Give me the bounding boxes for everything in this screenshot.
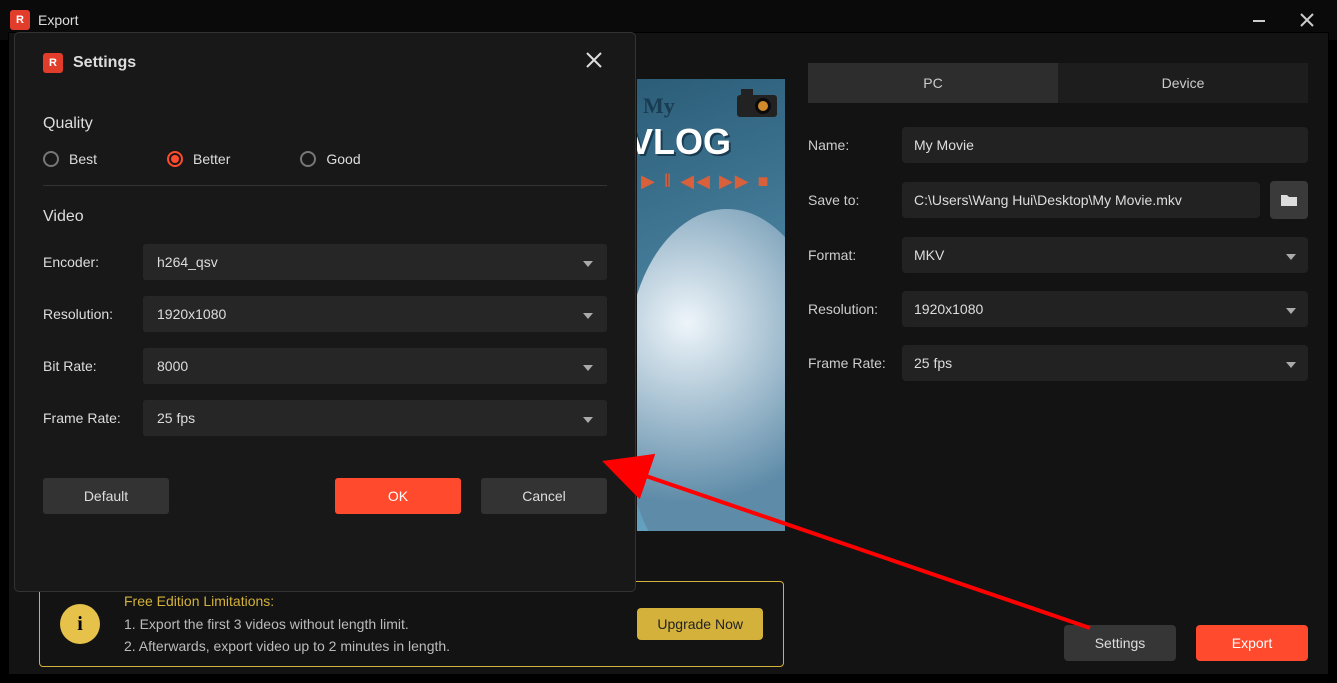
encoder-dropdown[interactable]: h264_qsv bbox=[143, 244, 607, 280]
folder-icon bbox=[1280, 192, 1298, 208]
video-heading: Video bbox=[43, 208, 607, 226]
bitrate-value: 8000 bbox=[157, 358, 188, 374]
chevron-down-icon bbox=[1286, 301, 1296, 317]
format-value: MKV bbox=[914, 247, 944, 263]
quality-best-label: Best bbox=[69, 151, 97, 167]
encoder-value: h264_qsv bbox=[157, 254, 218, 270]
modal-resolution-label: Resolution: bbox=[43, 306, 143, 322]
preview-media-glyphs: ▶ ‖ ◀◀ ▶▶ ■ bbox=[641, 171, 771, 192]
preview-text-vlog: VLOG bbox=[637, 121, 731, 163]
framerate-dropdown[interactable]: 25 fps bbox=[902, 345, 1308, 381]
minimize-icon bbox=[1252, 13, 1266, 27]
settings-title: Settings bbox=[73, 54, 136, 72]
preview-globe bbox=[637, 209, 785, 531]
quality-best-radio[interactable]: Best bbox=[43, 151, 97, 167]
resolution-value: 1920x1080 bbox=[914, 301, 983, 317]
browse-folder-button[interactable] bbox=[1270, 181, 1308, 219]
app-icon: R bbox=[43, 53, 63, 73]
limitations-text: Free Edition Limitations: 1. Export the … bbox=[124, 590, 637, 657]
minimize-button[interactable] bbox=[1239, 6, 1279, 34]
chevron-down-icon bbox=[583, 410, 593, 426]
chevron-down-icon bbox=[583, 254, 593, 270]
info-icon: i bbox=[60, 604, 100, 644]
tab-pc[interactable]: PC bbox=[808, 63, 1058, 103]
settings-close-button[interactable] bbox=[581, 47, 607, 79]
export-form: PC Device Name: Save to: Format: MKV Res… bbox=[808, 63, 1308, 399]
modal-framerate-label: Frame Rate: bbox=[43, 410, 143, 426]
default-button[interactable]: Default bbox=[43, 478, 169, 514]
modal-resolution-dropdown[interactable]: 1920x1080 bbox=[143, 296, 607, 332]
preview-thumbnail: My VLOG ▶ ‖ ◀◀ ▶▶ ■ bbox=[637, 79, 785, 531]
chevron-down-icon bbox=[583, 306, 593, 322]
bitrate-dropdown[interactable]: 8000 bbox=[143, 348, 607, 384]
quality-good-label: Good bbox=[326, 151, 360, 167]
settings-dialog: R Settings Quality Best Better Good Vide… bbox=[14, 32, 636, 592]
limitations-title: Free Edition Limitations: bbox=[124, 590, 637, 612]
format-label: Format: bbox=[808, 247, 902, 263]
encoder-label: Encoder: bbox=[43, 254, 143, 270]
cancel-button[interactable]: Cancel bbox=[481, 478, 607, 514]
bitrate-label: Bit Rate: bbox=[43, 358, 143, 374]
limitations-line1: 1. Export the first 3 videos without len… bbox=[124, 613, 637, 635]
saveto-label: Save to: bbox=[808, 192, 902, 208]
target-tabs: PC Device bbox=[808, 63, 1308, 103]
close-icon bbox=[1299, 12, 1315, 28]
framerate-label: Frame Rate: bbox=[808, 355, 902, 371]
name-input[interactable] bbox=[902, 127, 1308, 163]
open-settings-button[interactable]: Settings bbox=[1064, 625, 1176, 661]
close-window-button[interactable] bbox=[1287, 6, 1327, 34]
modal-framerate-value: 25 fps bbox=[157, 410, 195, 426]
quality-heading: Quality bbox=[43, 115, 607, 133]
quality-better-label: Better bbox=[193, 151, 230, 167]
divider bbox=[43, 185, 607, 186]
saveto-input[interactable] bbox=[902, 182, 1260, 218]
quality-better-radio[interactable]: Better bbox=[167, 151, 230, 167]
chevron-down-icon bbox=[1286, 355, 1296, 371]
quality-radio-group: Best Better Good bbox=[43, 151, 607, 167]
modal-framerate-dropdown[interactable]: 25 fps bbox=[143, 400, 607, 436]
bottom-buttons: Settings Export bbox=[1064, 625, 1308, 661]
preview-text-my: My bbox=[643, 93, 675, 118]
tab-device[interactable]: Device bbox=[1058, 63, 1308, 103]
resolution-dropdown[interactable]: 1920x1080 bbox=[902, 291, 1308, 327]
limitations-banner: i Free Edition Limitations: 1. Export th… bbox=[39, 581, 784, 667]
ok-button[interactable]: OK bbox=[335, 478, 461, 514]
format-dropdown[interactable]: MKV bbox=[902, 237, 1308, 273]
quality-good-radio[interactable]: Good bbox=[300, 151, 360, 167]
resolution-label: Resolution: bbox=[808, 301, 902, 317]
framerate-value: 25 fps bbox=[914, 355, 952, 371]
app-icon: R bbox=[10, 10, 30, 30]
upgrade-button[interactable]: Upgrade Now bbox=[637, 608, 763, 640]
name-label: Name: bbox=[808, 137, 902, 153]
export-button[interactable]: Export bbox=[1196, 625, 1308, 661]
chevron-down-icon bbox=[1286, 247, 1296, 263]
chevron-down-icon bbox=[583, 358, 593, 374]
close-icon bbox=[585, 51, 603, 69]
modal-resolution-value: 1920x1080 bbox=[157, 306, 226, 322]
limitations-line2: 2. Afterwards, export video up to 2 minu… bbox=[124, 635, 637, 657]
camera-icon bbox=[733, 85, 781, 121]
window-title: Export bbox=[38, 12, 78, 28]
